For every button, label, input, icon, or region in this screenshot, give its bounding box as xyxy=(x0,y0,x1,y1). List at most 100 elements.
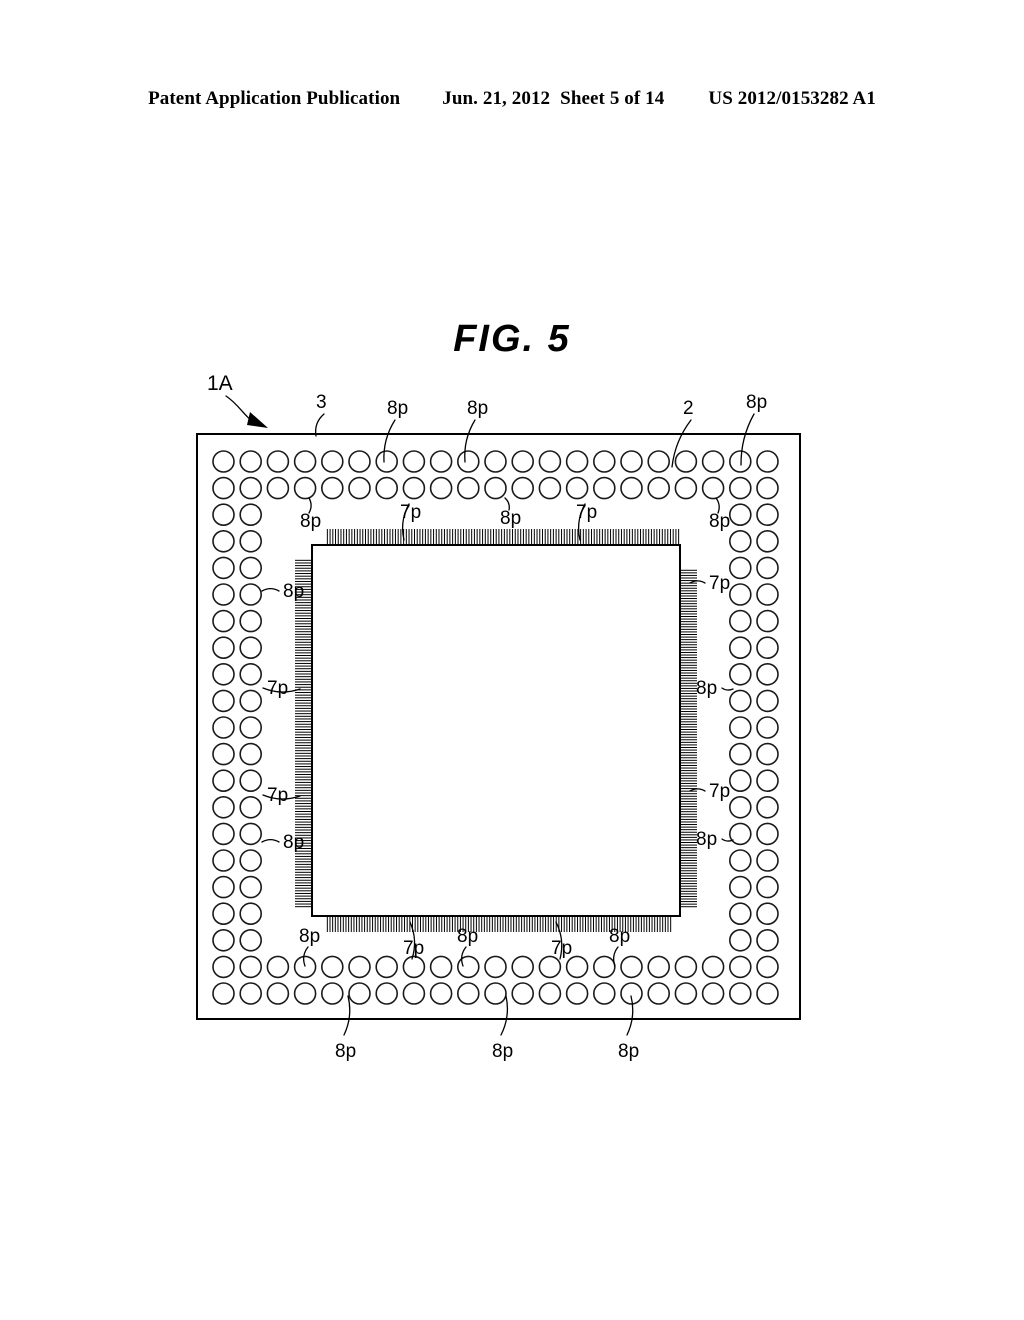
solder-ball xyxy=(484,450,507,473)
solder-ball xyxy=(756,583,779,606)
solder-ball xyxy=(239,902,262,926)
solder-ball xyxy=(348,955,371,979)
solder-ball xyxy=(728,529,752,553)
solder-ball xyxy=(728,450,752,473)
callout-label-8p: 8p xyxy=(283,581,304,602)
solder-ball xyxy=(239,556,262,580)
solder-ball xyxy=(239,609,262,633)
solder-ball xyxy=(565,476,589,500)
solder-ball xyxy=(348,450,371,473)
solder-ball xyxy=(348,476,371,500)
solder-ball xyxy=(212,928,235,952)
solder-ball xyxy=(538,450,562,473)
solder-ball xyxy=(212,662,235,686)
solder-ball xyxy=(592,450,616,473)
callout-label-8p: 8p xyxy=(300,511,321,532)
solder-ball xyxy=(402,476,426,500)
solder-ball xyxy=(212,689,235,713)
solder-ball xyxy=(756,795,779,819)
solder-ball xyxy=(212,503,235,527)
callout-label-8p: 8p xyxy=(696,678,717,699)
solder-ball xyxy=(647,982,671,1005)
solder-ball xyxy=(592,476,616,500)
callout-label-8p: 8p xyxy=(457,926,478,947)
solder-ball xyxy=(728,583,752,606)
solder-ball xyxy=(320,982,344,1005)
solder-ball xyxy=(701,982,725,1005)
solder-ball xyxy=(320,476,344,500)
callout-label-8p: 8p xyxy=(335,1041,356,1062)
solder-ball xyxy=(728,955,752,979)
solder-ball xyxy=(484,955,507,979)
solder-ball xyxy=(402,955,426,979)
callout-label-8p: 8p xyxy=(618,1041,639,1062)
solder-ball xyxy=(212,795,235,819)
solder-ball xyxy=(293,476,317,500)
solder-ball xyxy=(484,476,507,500)
solder-ball xyxy=(212,742,235,766)
solder-ball xyxy=(239,822,262,846)
solder-ball xyxy=(212,982,235,1005)
solder-ball xyxy=(429,982,453,1005)
solder-ball xyxy=(212,875,235,899)
solder-ball xyxy=(212,955,235,979)
solder-ball xyxy=(266,450,290,473)
solder-ball xyxy=(212,636,235,660)
callout-label-8p: 8p xyxy=(696,829,717,850)
solder-ball xyxy=(756,849,779,872)
solder-ball xyxy=(212,529,235,553)
solder-ball xyxy=(484,982,507,1005)
arrowhead-icon xyxy=(247,412,268,428)
solder-ball xyxy=(429,450,453,473)
solder-ball xyxy=(402,982,426,1005)
solder-ball xyxy=(728,716,752,739)
solder-ball xyxy=(402,450,426,473)
solder-ball xyxy=(756,476,779,500)
solder-ball xyxy=(538,955,562,979)
callout-label-8p: 8p xyxy=(283,832,304,853)
callout-label-8p: 8p xyxy=(709,511,730,532)
solder-ball xyxy=(756,450,779,473)
solder-ball xyxy=(239,529,262,553)
solder-ball xyxy=(674,982,698,1005)
solder-ball xyxy=(728,476,752,500)
solder-ball xyxy=(728,795,752,819)
solder-ball xyxy=(429,476,453,500)
solder-ball xyxy=(511,450,535,473)
solder-ball xyxy=(728,689,752,713)
solder-ball xyxy=(647,955,671,979)
solder-ball xyxy=(728,503,752,527)
solder-ball xyxy=(592,982,616,1005)
solder-ball xyxy=(565,450,589,473)
label-1a: 1A xyxy=(207,372,233,395)
solder-ball xyxy=(239,769,262,793)
solder-ball xyxy=(728,822,752,846)
semiconductor-die-outline xyxy=(311,544,681,917)
solder-ball xyxy=(728,636,752,660)
solder-ball xyxy=(456,955,480,979)
solder-ball xyxy=(375,450,399,473)
solder-ball xyxy=(674,955,698,979)
solder-ball xyxy=(620,450,643,473)
solder-ball xyxy=(756,769,779,793)
solder-ball xyxy=(701,450,725,473)
solder-ball xyxy=(756,716,779,739)
callout-label-8p: 8p xyxy=(492,1041,513,1062)
solder-ball xyxy=(375,982,399,1005)
solder-ball xyxy=(756,955,779,979)
solder-ball xyxy=(320,450,344,473)
callout-label-8p: 8p xyxy=(387,398,408,419)
solder-ball xyxy=(239,955,262,979)
callout-label-7p: 7p xyxy=(267,678,288,699)
solder-ball xyxy=(647,476,671,500)
solder-ball xyxy=(348,982,371,1005)
callout-label-7p: 7p xyxy=(709,781,730,802)
solder-ball xyxy=(375,955,399,979)
callout-label-7p: 7p xyxy=(709,573,730,594)
solder-ball xyxy=(266,476,290,500)
solder-ball xyxy=(239,689,262,713)
solder-ball xyxy=(756,875,779,899)
solder-ball xyxy=(674,450,698,473)
solder-ball xyxy=(239,716,262,739)
solder-ball xyxy=(212,902,235,926)
